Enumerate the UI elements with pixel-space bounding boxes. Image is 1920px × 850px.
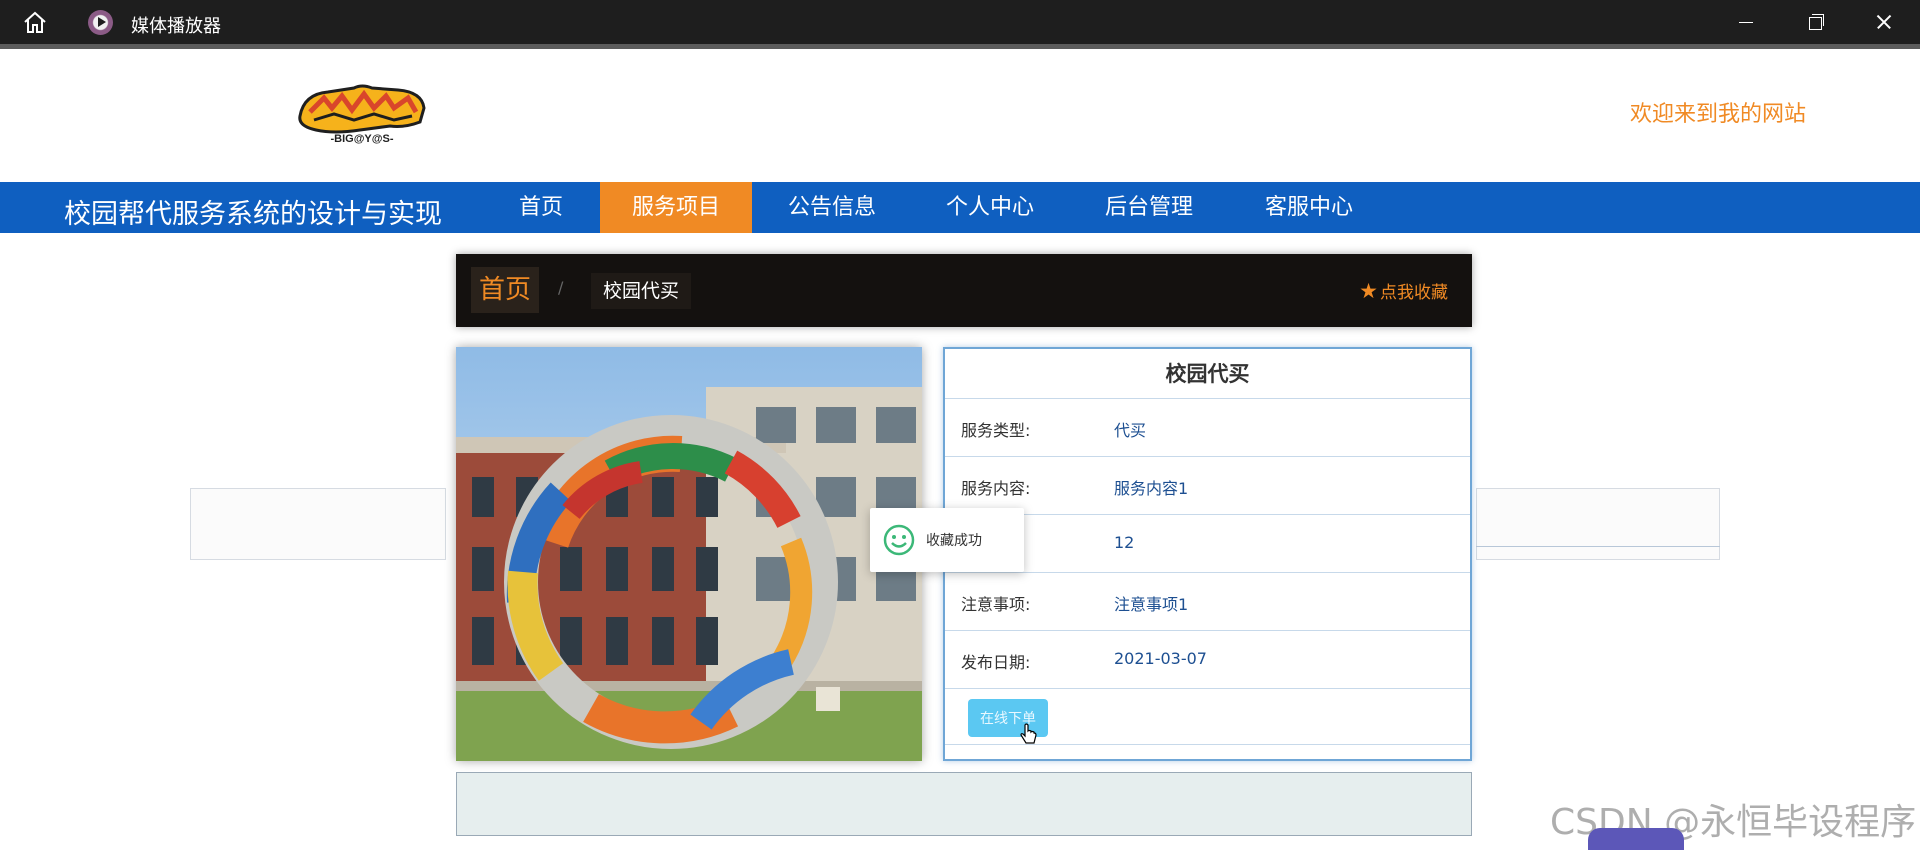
detail-divider	[945, 744, 1470, 745]
breadcrumb: 首页 / 校园代买 ★ 点我收藏	[456, 254, 1472, 327]
minimize-icon[interactable]	[1735, 10, 1759, 34]
window-title: 媒体播放器	[131, 16, 221, 37]
home-icon[interactable]	[22, 10, 48, 34]
nav-item-customer-service[interactable]: 客服中心	[1244, 182, 1374, 233]
nav-item-admin[interactable]: 后台管理	[1085, 182, 1213, 233]
detail-value: 12	[1114, 533, 1135, 552]
detail-row-notes: 注意事项: 注意事项1	[945, 573, 1470, 631]
detail-title: 校园代买	[945, 349, 1470, 399]
nav-item-services[interactable]: 服务项目	[600, 182, 752, 233]
nav-item-personal-center[interactable]: 个人中心	[925, 182, 1055, 233]
detail-row-content: 服务内容: 服务内容1	[945, 457, 1470, 515]
floating-widget[interactable]	[1588, 828, 1684, 850]
window-title-bar: 媒体播放器	[0, 0, 1920, 44]
restore-icon[interactable]	[1803, 10, 1827, 34]
breadcrumb-current: 校园代买	[591, 273, 692, 309]
logo-text: -BIG@Y@S-	[330, 133, 393, 144]
favorite-label: 点我收藏	[1380, 283, 1448, 303]
main-nav: 校园帮代服务系统的设计与实现 首页 服务项目 公告信息 个人中心 后台管理 客服…	[0, 182, 1920, 233]
bottom-content-panel	[456, 772, 1472, 836]
smile-icon	[883, 524, 915, 556]
background-panel-left	[190, 488, 446, 560]
nav-item-home[interactable]: 首页	[496, 182, 586, 233]
site-logo[interactable]: -BIG@Y@S-	[294, 78, 430, 144]
background-panel-line	[1476, 546, 1720, 547]
detail-row-type: 服务类型: 代买	[945, 399, 1470, 457]
breadcrumb-home[interactable]: 首页	[471, 267, 540, 313]
close-icon[interactable]	[1872, 10, 1896, 34]
detail-label: 服务内容:	[961, 479, 1031, 498]
toast-message: 收藏成功	[926, 533, 982, 549]
detail-label: 发布日期:	[961, 653, 1031, 672]
detail-row-date: 发布日期: 2021-03-07	[945, 631, 1470, 689]
title-bar-divider	[0, 44, 1920, 49]
detail-value: 服务内容1	[1114, 479, 1189, 498]
media-player-icon	[88, 10, 113, 35]
detail-label: 服务类型:	[961, 421, 1031, 440]
nav-item-announcements[interactable]: 公告信息	[766, 182, 898, 233]
welcome-text: 欢迎来到我的网站	[1630, 102, 1807, 127]
site-title: 校园帮代服务系统的设计与实现	[64, 199, 442, 230]
breadcrumb-separator: /	[558, 278, 564, 297]
background-panel-right	[1476, 488, 1720, 560]
detail-value: 注意事项1	[1114, 595, 1189, 614]
favorite-link[interactable]: ★ 点我收藏	[1359, 278, 1448, 303]
detail-value: 2021-03-07	[1114, 649, 1207, 668]
toast-notification: 收藏成功	[870, 508, 1024, 572]
service-image	[456, 347, 922, 761]
star-icon: ★	[1359, 279, 1378, 303]
detail-value: 代买	[1114, 421, 1147, 440]
detail-label: 注意事项:	[961, 595, 1031, 614]
